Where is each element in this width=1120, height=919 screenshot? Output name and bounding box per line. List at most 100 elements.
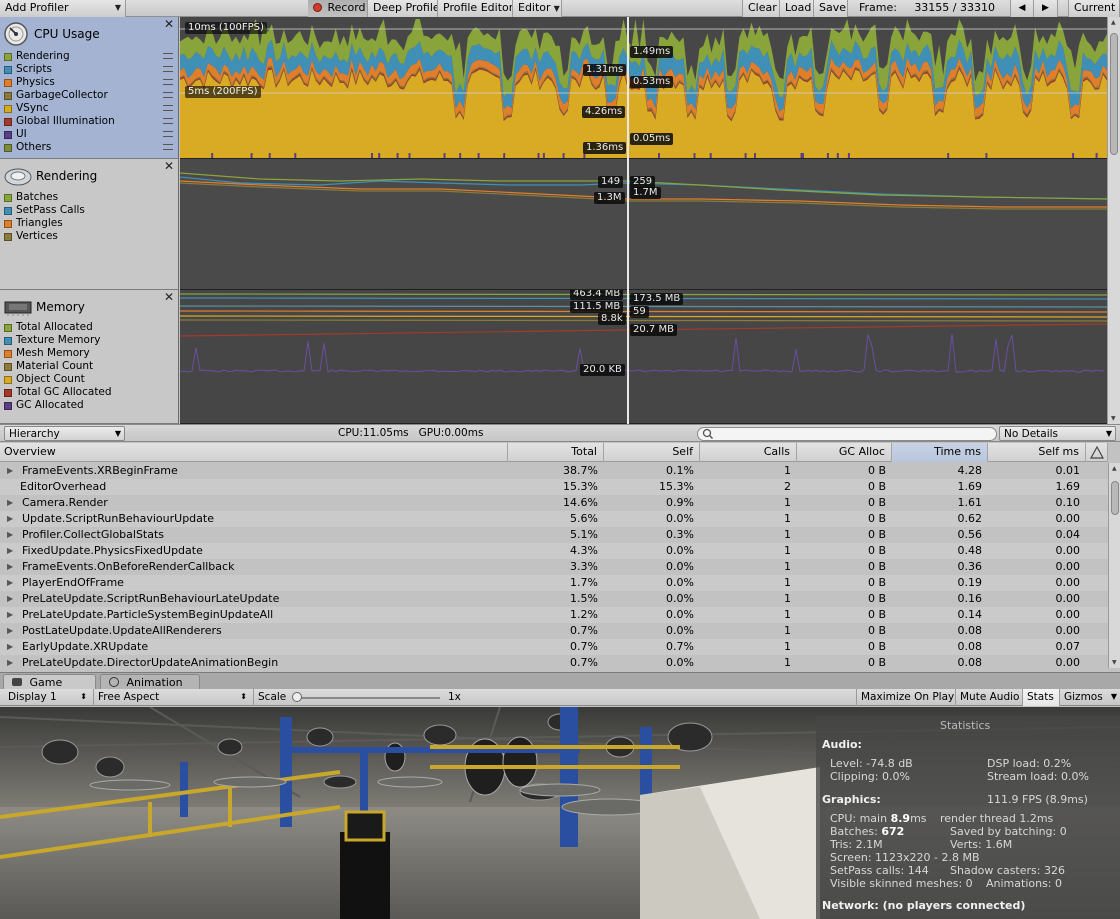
table-row[interactable]: ▶ PreLateUpdate.DirectorUpdateAnimationBe… bbox=[0, 655, 1108, 668]
deep-profile-button[interactable]: Deep Profile bbox=[368, 0, 438, 17]
reorder-handle-icon[interactable] bbox=[163, 92, 173, 98]
table-row[interactable]: ▶ FrameEvents.OnBeforeRenderCallback 3.3% 0… bbox=[0, 559, 1108, 575]
save-button[interactable]: Save bbox=[814, 0, 848, 17]
table-row[interactable]: ▶ PlayerEndOfFrame 1.7% 0.0% 1 0 B 0.19 0.00 bbox=[0, 575, 1108, 591]
search-field[interactable] bbox=[697, 427, 997, 441]
display-dropdown[interactable]: Display 1 ⬍ bbox=[4, 689, 91, 706]
maximize-on-play-toggle[interactable]: Maximize On Play bbox=[856, 689, 955, 706]
column-calls[interactable]: Calls bbox=[700, 443, 797, 462]
legend-item[interactable]: GC Allocated bbox=[4, 399, 84, 412]
reorder-handle-icon[interactable] bbox=[163, 144, 173, 150]
close-icon[interactable]: ✕ bbox=[164, 17, 174, 31]
mute-audio-toggle[interactable]: Mute Audio bbox=[955, 689, 1022, 706]
scroll-down-icon[interactable]: ▼ bbox=[1112, 659, 1117, 666]
legend-item[interactable]: Material Count bbox=[4, 360, 93, 373]
legend-item[interactable]: Total GC Allocated bbox=[4, 386, 112, 399]
frame-cursor[interactable] bbox=[627, 17, 629, 424]
editor-target-dropdown[interactable]: Editor ▼ bbox=[513, 0, 562, 17]
column-time-ms[interactable]: Time ms bbox=[892, 443, 988, 462]
legend-item[interactable]: Mesh Memory bbox=[4, 347, 90, 360]
memory-graph[interactable]: 463.4 MB 111.5 MB 8.8k 20.0 KB 173.5 MB … bbox=[180, 290, 1107, 424]
legend-item[interactable]: Vertices bbox=[4, 230, 58, 243]
clear-button[interactable]: Clear bbox=[742, 0, 780, 17]
column-total[interactable]: Total bbox=[508, 443, 604, 462]
expand-arrow-icon[interactable]: ▶ bbox=[7, 463, 13, 479]
reorder-handle-icon[interactable] bbox=[163, 66, 173, 72]
legend-item[interactable]: Batches bbox=[4, 191, 58, 204]
scroll-up-icon[interactable]: ▲ bbox=[1112, 465, 1117, 472]
cpu-usage-module[interactable]: CPU Usage ✕ Rendering Scripts Physics Garba… bbox=[0, 17, 179, 159]
table-row[interactable]: ▶ PostLateUpdate.UpdateAllRenderers 0.7% 0.… bbox=[0, 623, 1108, 639]
table-row[interactable]: ▶ FixedUpdate.PhysicsFixedUpdate 4.3% 0.0% 1… bbox=[0, 543, 1108, 559]
warning-icon[interactable] bbox=[1086, 443, 1108, 462]
stats-toggle[interactable]: Stats bbox=[1022, 689, 1059, 706]
column-self-ms[interactable]: Self ms bbox=[988, 443, 1086, 462]
table-row[interactable]: ▶ PreLateUpdate.ScriptRunBehaviourLateUpd… bbox=[0, 591, 1108, 607]
legend-item[interactable]: VSync bbox=[4, 102, 49, 115]
reorder-handle-icon[interactable] bbox=[163, 118, 173, 124]
reorder-handle-icon[interactable] bbox=[163, 79, 173, 85]
expand-arrow-icon[interactable]: ▶ bbox=[7, 527, 13, 543]
column-self[interactable]: Self bbox=[604, 443, 700, 462]
column-gc-alloc[interactable]: GC Alloc bbox=[797, 443, 892, 462]
reorder-handle-icon[interactable] bbox=[163, 131, 173, 137]
legend-item[interactable]: Physics bbox=[4, 76, 55, 89]
legend-item[interactable]: UI bbox=[4, 128, 27, 141]
legend-item[interactable]: Rendering bbox=[4, 50, 70, 63]
record-button[interactable]: Record bbox=[308, 0, 368, 17]
table-row[interactable]: ▶ PreLateUpdate.ParticleSystemBeginUpdate… bbox=[0, 607, 1108, 623]
reorder-handle-icon[interactable] bbox=[163, 53, 173, 59]
legend-item[interactable]: Global Illumination bbox=[4, 115, 115, 128]
scale-slider-track[interactable] bbox=[294, 697, 440, 699]
reorder-handle-icon[interactable] bbox=[163, 105, 173, 111]
legend-item[interactable]: Scripts bbox=[4, 63, 52, 76]
details-dropdown[interactable]: No Details ▼ bbox=[999, 426, 1116, 441]
table-row[interactable]: EditorOverhead 15.3% 15.3% 2 0 B 1.69 1.69 bbox=[0, 479, 1108, 495]
add-profiler-dropdown[interactable]: Add Profiler ▼ bbox=[0, 0, 126, 17]
view-mode-dropdown[interactable]: Hierarchy ▼ bbox=[4, 426, 125, 441]
legend-item[interactable]: Others bbox=[4, 141, 51, 154]
cpu-usage-graph[interactable]: 10ms (100FPS) 5ms (200FPS) 1.31ms 4.26ms… bbox=[180, 17, 1107, 159]
rendering-graph[interactable]: 149 1.3M 259 1.7M bbox=[180, 159, 1107, 290]
column-overview[interactable]: Overview bbox=[0, 443, 508, 462]
table-row[interactable]: ▶ Update.ScriptRunBehaviourUpdate 5.6% 0.0%… bbox=[0, 511, 1108, 527]
scroll-down-icon[interactable]: ▼ bbox=[1111, 415, 1116, 422]
table-scrollbar[interactable]: ▲ ▼ bbox=[1108, 463, 1120, 668]
table-row[interactable]: ▶ Profiler.CollectGlobalStats 5.1% 0.3% 1 0 B… bbox=[0, 527, 1108, 543]
expand-arrow-icon[interactable]: ▶ bbox=[7, 607, 13, 623]
expand-arrow-icon[interactable]: ▶ bbox=[7, 655, 13, 668]
next-frame-button[interactable]: ▶ bbox=[1034, 0, 1058, 17]
legend-item[interactable]: GarbageCollector bbox=[4, 89, 108, 102]
expand-arrow-icon[interactable]: ▶ bbox=[7, 543, 13, 559]
scroll-up-icon[interactable]: ▲ bbox=[1111, 19, 1116, 26]
close-icon[interactable]: ✕ bbox=[164, 290, 174, 304]
expand-arrow-icon[interactable]: ▶ bbox=[7, 623, 13, 639]
scale-slider-thumb[interactable] bbox=[292, 692, 302, 702]
legend-item[interactable]: SetPass Calls bbox=[4, 204, 85, 217]
table-scroll-thumb[interactable] bbox=[1111, 481, 1119, 515]
load-button[interactable]: Load bbox=[780, 0, 814, 17]
expand-arrow-icon[interactable]: ▶ bbox=[7, 511, 13, 527]
current-frame-button[interactable]: Current bbox=[1068, 0, 1120, 17]
previous-frame-button[interactable]: ◀ bbox=[1010, 0, 1034, 17]
table-row[interactable]: ▶ FrameEvents.XRBeginFrame 38.7% 0.1% 1 0 B 4.… bbox=[0, 463, 1108, 479]
legend-item[interactable]: Total Allocated bbox=[4, 321, 93, 334]
legend-item[interactable]: Triangles bbox=[4, 217, 63, 230]
graphs-scrollbar[interactable]: ▲ ▼ bbox=[1107, 17, 1120, 424]
legend-item[interactable]: Object Count bbox=[4, 373, 85, 386]
close-icon[interactable]: ✕ bbox=[164, 159, 174, 173]
graphs-scroll-thumb[interactable] bbox=[1110, 33, 1118, 155]
legend-item[interactable]: Texture Memory bbox=[4, 334, 100, 347]
memory-module[interactable]: Memory ✕ Total Allocated Texture Memory Me… bbox=[0, 290, 179, 424]
table-row[interactable]: ▶ Camera.Render 14.6% 0.9% 1 0 B 1.61 0.10 bbox=[0, 495, 1108, 511]
rendering-module[interactable]: Rendering ✕ Batches SetPass Calls Triangle… bbox=[0, 159, 179, 290]
expand-arrow-icon[interactable]: ▶ bbox=[7, 559, 13, 575]
expand-arrow-icon[interactable]: ▶ bbox=[7, 575, 13, 591]
aspect-dropdown[interactable]: Free Aspect ⬍ bbox=[93, 689, 251, 706]
expand-arrow-icon[interactable]: ▶ bbox=[7, 639, 13, 655]
gizmos-dropdown[interactable]: Gizmos ▼ bbox=[1059, 689, 1120, 706]
expand-arrow-icon[interactable]: ▶ bbox=[7, 591, 13, 607]
expand-arrow-icon[interactable]: ▶ bbox=[7, 495, 13, 511]
profile-editor-button[interactable]: Profile Editor bbox=[438, 0, 513, 17]
table-row[interactable]: ▶ EarlyUpdate.XRUpdate 0.7% 0.7% 1 0 B 0.08 0.0… bbox=[0, 639, 1108, 655]
